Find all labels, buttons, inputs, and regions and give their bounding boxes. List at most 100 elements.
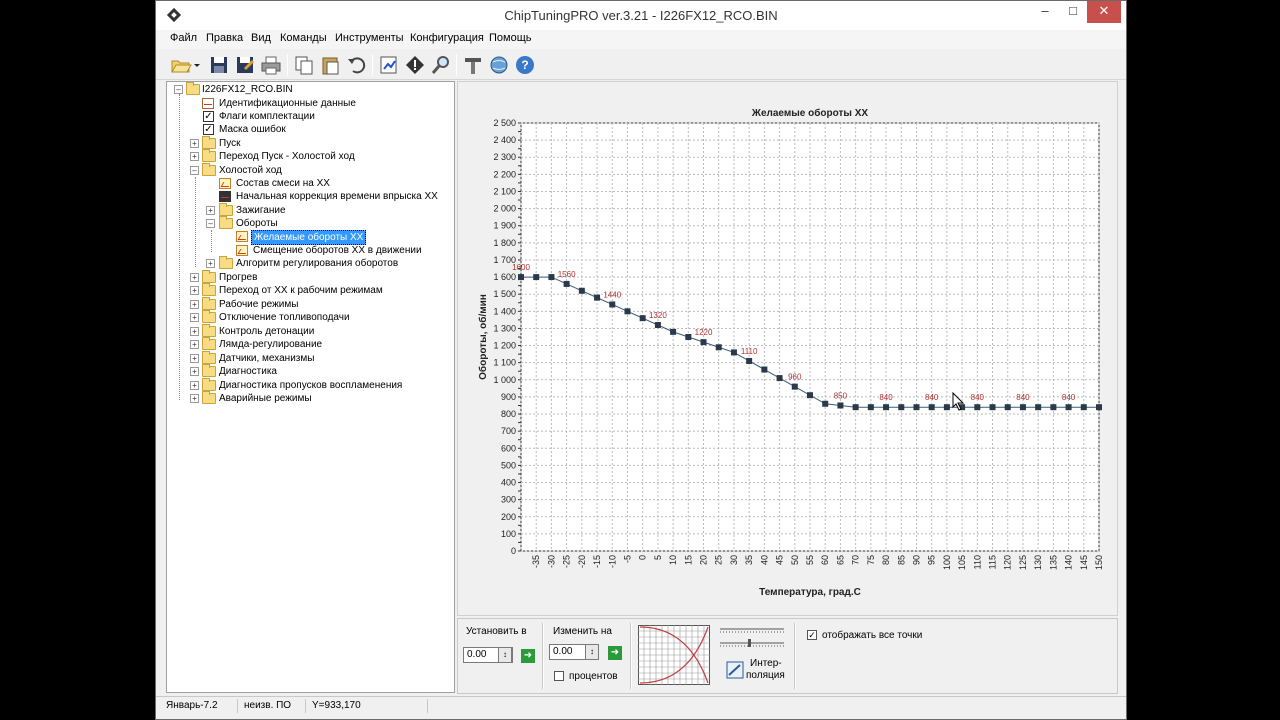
tree-item-work-modes[interactable]: + Рабочие режимы xyxy=(169,297,449,311)
save-as-icon[interactable] xyxy=(234,54,256,76)
tree-item-start-to-idle[interactable]: + Переход Пуск - Холостой ход xyxy=(169,149,449,163)
tree-item-identification[interactable]: Идентификационные данные xyxy=(169,97,449,110)
set-value-spinner[interactable]: ↕ xyxy=(498,647,512,663)
expand-icon[interactable]: + xyxy=(206,206,215,215)
tree-item-diagnostics[interactable]: + Диагностика xyxy=(169,364,449,378)
menu-configuration[interactable]: Конфигурация xyxy=(410,32,484,44)
status-coordinate: Y=933,170 xyxy=(308,699,428,713)
menu-file[interactable]: Файл xyxy=(170,32,197,44)
menu-edit[interactable]: Правка xyxy=(206,32,243,44)
save-icon[interactable] xyxy=(208,54,230,76)
menu-commands[interactable]: Команды xyxy=(280,32,327,44)
menu-view[interactable]: Вид xyxy=(251,32,271,44)
expand-icon[interactable]: + xyxy=(190,300,199,309)
collapse-icon[interactable]: – xyxy=(206,219,215,228)
checksum-icon[interactable] xyxy=(404,54,426,76)
expand-icon[interactable]: + xyxy=(190,340,199,349)
close-icon[interactable]: ✕ xyxy=(1087,1,1121,23)
tree-root[interactable]: – I226FX12_RCO.BIN xyxy=(169,82,449,96)
undo-icon[interactable] xyxy=(345,54,367,76)
tree-item-rpm[interactable]: – Обороты xyxy=(169,216,449,230)
x-tick-label: 140 xyxy=(1064,555,1074,570)
paste-icon[interactable] xyxy=(319,54,341,76)
tree-item-idle-to-work[interactable]: + Переход от ХХ к рабочим режимам xyxy=(169,283,449,297)
expand-icon[interactable]: + xyxy=(190,327,199,336)
expand-icon[interactable]: + xyxy=(190,286,199,295)
minimize-icon[interactable]: – xyxy=(1031,1,1059,23)
rpm-chart[interactable]: 01002003004005006007008009001 0001 1001 … xyxy=(458,82,1119,617)
tree-item-sensors[interactable]: + Датчики, механизмы xyxy=(169,351,449,365)
tree-item-desired-idle-rpm[interactable]: Желаемые обороты ХХ xyxy=(169,230,449,245)
data-point xyxy=(1035,404,1042,411)
tree-item-idle-mixture[interactable]: Состав смеси на ХХ xyxy=(169,177,449,190)
data-point xyxy=(639,315,646,322)
dropdown-arrow-icon[interactable] xyxy=(192,54,202,76)
collapse-icon[interactable]: – xyxy=(190,166,199,175)
tree-item-fuel-cutoff[interactable]: + Отключение топливоподачи xyxy=(169,310,449,324)
show-all-points-checkbox[interactable]: ✓ xyxy=(807,630,817,640)
help-icon[interactable]: ? xyxy=(514,54,536,76)
expand-icon[interactable]: + xyxy=(190,381,199,390)
folder-icon xyxy=(219,203,233,216)
expand-icon[interactable]: + xyxy=(190,273,199,282)
tree-item-idle-rpm-offset[interactable]: Смещение оборотов ХХ в движении xyxy=(169,244,449,257)
tree-item-lambda[interactable]: + Лямда-регулирование xyxy=(169,337,449,351)
graph-icon xyxy=(236,231,248,242)
tree-item-initial-injection-correction[interactable]: Начальная коррекция времени впрыска ХХ xyxy=(169,190,449,203)
title-bar[interactable]: ChipTuningPRO ver.3.21 - I226FX12_RCO.BI… xyxy=(156,1,1126,30)
menu-tools[interactable]: Инструменты xyxy=(335,32,404,44)
tree-item-config-flags[interactable]: ✓ Флаги комплектации xyxy=(169,110,449,123)
menu-help[interactable]: Помощь xyxy=(489,32,532,44)
data-point xyxy=(989,404,996,411)
x-tick-label: 80 xyxy=(881,555,891,565)
tree-item-idle[interactable]: – Холостой ход xyxy=(169,163,449,177)
tree-item-label: Диагностика xyxy=(219,366,277,377)
expand-icon[interactable]: + xyxy=(190,367,199,376)
expand-icon[interactable]: + xyxy=(190,394,199,403)
tools-icon[interactable] xyxy=(462,54,484,76)
search-icon[interactable] xyxy=(430,54,452,76)
tree-item-misfire-diagnostics[interactable]: + Диагностика пропусков воспламенения xyxy=(169,378,449,392)
copy-icon[interactable] xyxy=(293,54,315,76)
tree-item-emergency[interactable]: + Аварийные режимы xyxy=(169,391,449,405)
expand-icon[interactable]: + xyxy=(190,152,199,161)
interpolation-curve-preview[interactable] xyxy=(638,625,710,685)
globe-icon[interactable] xyxy=(488,54,510,76)
interpolation-label-1: Интер- xyxy=(750,658,782,669)
separator xyxy=(630,623,632,689)
collapse-icon[interactable]: – xyxy=(174,85,183,94)
tree-root-label: I226FX12_RCO.BIN xyxy=(202,84,293,95)
apply-set-icon[interactable]: ➜ xyxy=(521,649,535,663)
data-label: 840 xyxy=(925,393,939,402)
tree-item-error-mask[interactable]: ✓ Маска ошибок xyxy=(169,123,449,136)
data-point xyxy=(578,287,585,294)
expand-icon[interactable]: + xyxy=(190,139,199,148)
expand-icon[interactable]: + xyxy=(190,313,199,322)
tree-item-start[interactable]: + Пуск xyxy=(169,136,449,150)
data-point xyxy=(761,366,768,373)
edit-map-icon[interactable] xyxy=(378,54,400,76)
open-icon[interactable] xyxy=(170,54,192,76)
tree-item-warmup[interactable]: + Прогрев xyxy=(169,270,449,284)
x-tick-label: 150 xyxy=(1094,555,1104,570)
data-point xyxy=(715,344,722,351)
print-icon[interactable] xyxy=(260,54,282,76)
chart-panel[interactable]: 0 100 200 300 400 500 600 700 800 900 1 000 1 100 1 … xyxy=(457,81,1118,616)
y-tick-label: 400 xyxy=(501,478,516,488)
x-tick-label: 75 xyxy=(866,555,876,565)
x-tick-label: 15 xyxy=(683,555,693,565)
expand-icon[interactable]: + xyxy=(206,259,215,268)
tree-item-ignition[interactable]: + Зажигание xyxy=(169,203,449,217)
tree-item-knock-control[interactable]: + Контроль детонации xyxy=(169,324,449,338)
tree-view[interactable]: – I226FX12_RCO.BIN Идентификационные дан… xyxy=(166,81,455,693)
apply-change-icon[interactable]: ➜ xyxy=(608,646,622,660)
tree-item-rpm-control-algorithm[interactable]: + Алгоритм регулирования оборотов xyxy=(169,256,449,270)
change-value-spinner[interactable]: ↕ xyxy=(585,644,599,660)
percent-checkbox[interactable] xyxy=(554,671,564,681)
x-tick-label: -30 xyxy=(546,555,556,568)
maximize-icon[interactable]: □ xyxy=(1059,1,1087,23)
app-window: ChipTuningPRO ver.3.21 - I226FX12_RCO.BI… xyxy=(155,0,1127,720)
expand-icon[interactable]: + xyxy=(190,354,199,363)
interpolation-icon[interactable] xyxy=(726,661,744,679)
interpolation-sliders[interactable] xyxy=(718,623,786,655)
